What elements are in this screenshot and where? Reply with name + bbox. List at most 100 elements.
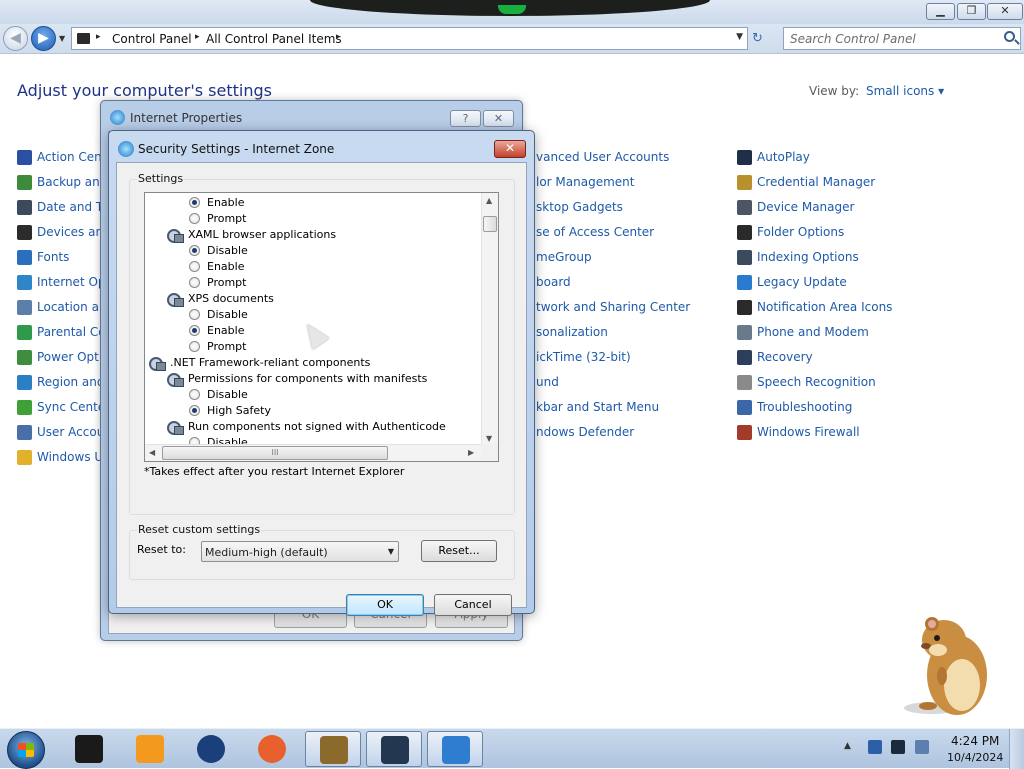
scroll-thumb-horizontal[interactable]: III	[162, 446, 388, 460]
setting-gear-icon	[167, 291, 184, 307]
dialog-title: Security Settings - Internet Zone	[138, 142, 335, 156]
restart-note: *Takes effect after you restart Internet…	[144, 465, 405, 478]
cancel-button[interactable]: Cancel	[434, 594, 512, 616]
refresh-icon[interactable]: ↻	[752, 31, 763, 46]
control-panel-item-label: Fonts	[37, 250, 70, 264]
clock-date[interactable]: 10/4/2024	[947, 751, 1003, 764]
control-panel-icon	[77, 33, 90, 44]
setting-label: Disable	[207, 308, 248, 321]
address-dropdown[interactable]: ▼	[736, 32, 743, 42]
address-bar[interactable]: ▸ Control Panel ▸ All Control Panel Item…	[71, 27, 748, 50]
radio-unchecked-icon[interactable]	[189, 389, 200, 400]
forward-button[interactable]: ▶	[31, 26, 56, 51]
radio-option[interactable]: Disable	[145, 243, 475, 259]
control-panel-item-icon	[17, 425, 32, 440]
radio-unchecked-icon[interactable]	[189, 309, 200, 320]
radio-option[interactable]: Enable	[145, 259, 475, 275]
breadcrumb-separator[interactable]: ▸	[96, 32, 101, 42]
control-panel-item-icon	[17, 200, 32, 215]
show-hidden-icons[interactable]: ▲	[844, 741, 851, 751]
reset-level-value: Medium-high (default)	[205, 546, 328, 559]
control-panel-item-label: ickTime (32-bit)	[536, 350, 631, 364]
control-panel-item-icon	[737, 175, 752, 190]
help-button[interactable]: ?	[450, 110, 481, 127]
setting-label: Enable	[207, 196, 245, 209]
minimize-button[interactable]: ▁	[926, 3, 955, 20]
control-panel-item-icon	[737, 425, 752, 440]
radio-checked-icon[interactable]	[189, 197, 200, 208]
show-desktop-button[interactable]	[1009, 729, 1024, 769]
taskbar-item-terminal[interactable]	[61, 731, 117, 767]
control-panel-item-icon	[737, 400, 752, 415]
vertical-scrollbar[interactable]: ▲ ▼	[481, 193, 498, 446]
radio-unchecked-icon[interactable]	[189, 277, 200, 288]
clock-time[interactable]: 4:24 PM	[951, 734, 999, 748]
scroll-right-icon[interactable]: ▶	[468, 448, 474, 457]
radio-option[interactable]: Disable	[145, 387, 475, 403]
setting-label: Permissions for components with manifest…	[188, 372, 428, 385]
maximize-button[interactable]: ❐	[957, 3, 986, 20]
taskbar-item-media-player[interactable]	[122, 731, 178, 767]
control-panel-item-label: Device Manager	[757, 200, 855, 214]
taskbar-item-control-panel[interactable]	[427, 731, 483, 767]
window-titlebar: ▁ ❐ ✕	[0, 0, 1024, 24]
control-panel-item-label: Recovery	[757, 350, 813, 364]
search-input[interactable]	[788, 30, 993, 47]
radio-unchecked-icon[interactable]	[189, 213, 200, 224]
scroll-thumb[interactable]	[483, 216, 497, 232]
control-panel-item-icon	[17, 300, 32, 315]
scroll-up-icon[interactable]: ▲	[486, 196, 492, 205]
close-button[interactable]: ✕	[987, 3, 1023, 20]
hamster-gadget-icon	[904, 617, 987, 715]
control-panel-item-label: und	[536, 375, 559, 389]
close-button[interactable]: ✕	[494, 140, 526, 158]
dialog-title: Internet Properties	[130, 111, 243, 125]
breadcrumb-all-items[interactable]: All Control Panel Items	[206, 32, 342, 46]
close-button[interactable]: ✕	[483, 110, 514, 127]
radio-unchecked-icon[interactable]	[189, 261, 200, 272]
control-panel-item-icon	[737, 200, 752, 215]
radio-unchecked-icon[interactable]	[189, 341, 200, 352]
radio-option[interactable]: Enable	[145, 195, 475, 211]
volume-tray-icon[interactable]	[915, 740, 929, 754]
radio-checked-icon[interactable]	[189, 405, 200, 416]
internet-zone-icon	[118, 141, 134, 157]
back-button[interactable]: ◀	[3, 26, 28, 51]
taskbar-item-globe[interactable]	[183, 731, 239, 767]
setting-label: Enable	[207, 260, 245, 273]
recent-pages-dropdown[interactable]: ▼	[59, 34, 65, 43]
radio-checked-icon[interactable]	[189, 245, 200, 256]
display-tray-icon[interactable]	[891, 740, 905, 754]
network-tray-icon[interactable]	[868, 740, 882, 754]
control-panel-item-label: Legacy Update	[757, 275, 847, 289]
navigation-bar: ◀ ▶ ▼ ▸ Control Panel ▸ All Control Pane…	[0, 24, 1024, 54]
internet-options-icon	[110, 110, 125, 125]
taskbar-item-remote-desktop[interactable]	[366, 731, 422, 767]
ok-button[interactable]: OK	[346, 594, 424, 616]
control-panel-item-label: AutoPlay	[757, 150, 810, 164]
search-icon[interactable]	[1004, 31, 1015, 42]
reset-button[interactable]: Reset...	[421, 540, 497, 562]
breadcrumb-separator[interactable]: ▸	[195, 32, 200, 42]
reset-level-select[interactable]: Medium-high (default) ▼	[201, 541, 399, 562]
control-panel-item-label: sonalization	[536, 325, 608, 339]
setting-label: Prompt	[207, 340, 247, 353]
breadcrumb-control-panel[interactable]: Control Panel	[112, 32, 192, 46]
taskbar-item-hamster-box[interactable]	[305, 731, 361, 767]
scroll-down-icon[interactable]: ▼	[486, 434, 492, 443]
control-panel-item-label: Region and	[37, 375, 105, 389]
view-by-dropdown[interactable]: Small icons ▾	[866, 84, 944, 98]
radio-option[interactable]: High Safety	[145, 403, 475, 419]
radio-option[interactable]: Prompt	[145, 275, 475, 291]
breadcrumb-separator[interactable]: ▸	[336, 32, 341, 42]
control-panel-item-label: meGroup	[536, 250, 592, 264]
taskbar-item-firefox[interactable]	[244, 731, 300, 767]
scroll-left-icon[interactable]: ◀	[149, 448, 155, 457]
start-button[interactable]	[7, 731, 45, 769]
control-panel-item-label: se of Access Center	[536, 225, 655, 239]
control-panel-item-label: twork and Sharing Center	[536, 300, 691, 314]
search-box[interactable]	[783, 27, 1021, 50]
radio-option[interactable]: Prompt	[145, 211, 475, 227]
radio-checked-icon[interactable]	[189, 325, 200, 336]
horizontal-scrollbar[interactable]: ◀ III ▶	[145, 444, 481, 461]
